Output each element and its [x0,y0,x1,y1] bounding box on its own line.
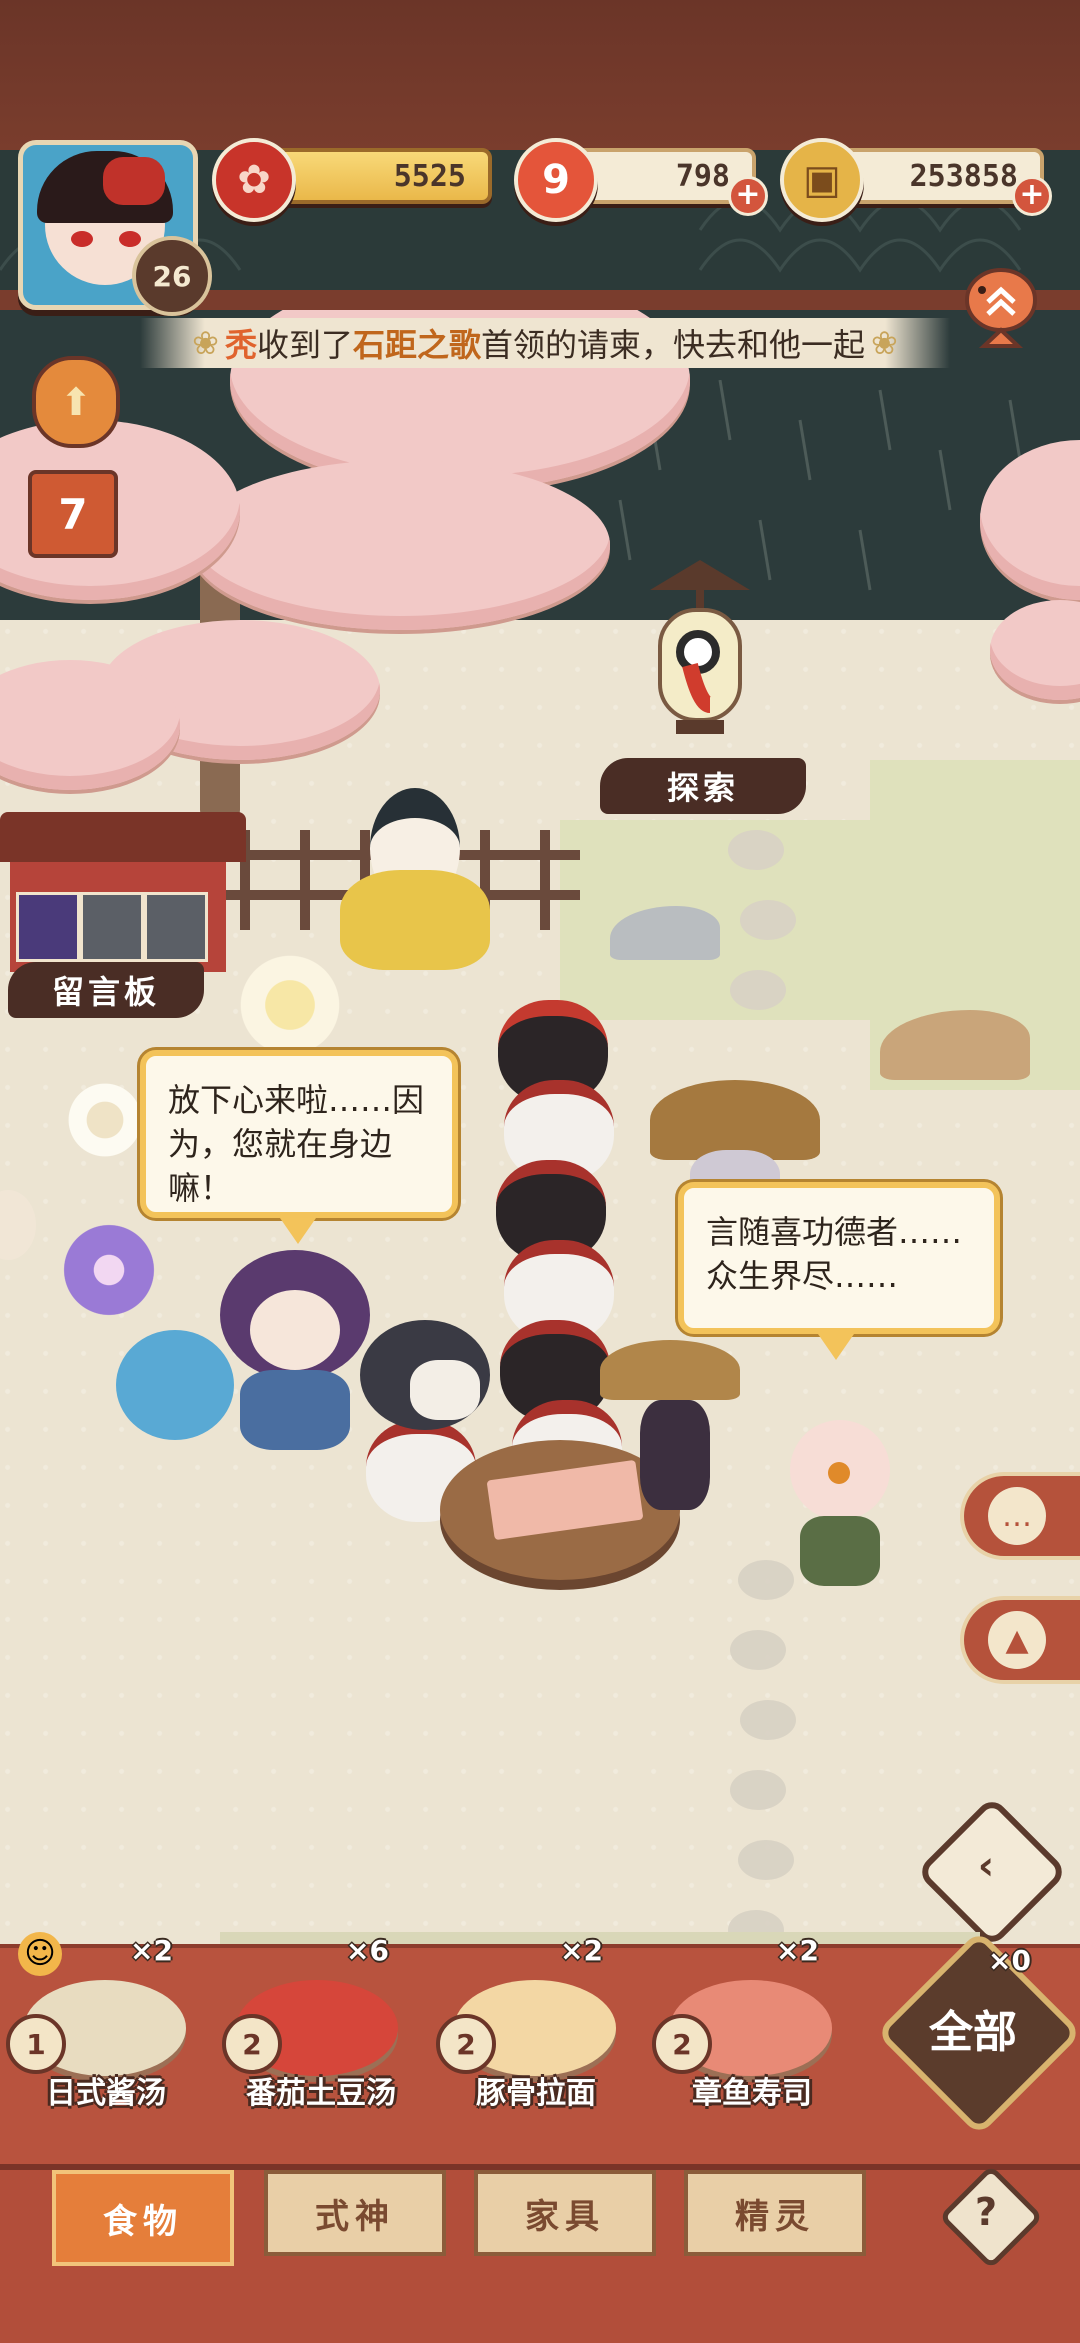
avatar-eye [119,231,141,247]
notice-icon: ❀ [192,324,219,362]
tab-furniture[interactable]: 家具 [474,2170,656,2256]
add-stamina-button[interactable]: + [728,176,768,216]
blossom-counter: 5525 [262,148,492,204]
character-eye [828,1462,850,1484]
notice-icon: ❀ [871,324,898,362]
path-stone [740,1700,796,1740]
board-roof [0,812,246,862]
upgrade-lantern-icon[interactable]: ⬆ [32,356,120,448]
tab-shikigami[interactable]: 式神 [264,2170,446,2256]
speech-bubble-tail [280,1218,316,1244]
plum-blossom-icon: ✿ [212,138,296,222]
player-level-badge: 26 [132,236,212,316]
message-board-label: 留言板 [8,962,204,1018]
food-count: ×2 [776,1934,819,1967]
speech-bubble-right: 言随喜功德者……众生界尽…… [678,1182,1000,1334]
onigiri-button[interactable]: ▲ [960,1596,1080,1684]
tab-food[interactable]: 食物 [52,2170,234,2266]
explore-button[interactable]: 探索 [600,758,806,814]
food-item[interactable]: ×2 2 豚骨拉面 [436,1934,646,2150]
speech-bubble-tail [818,1334,854,1360]
paper-lantern-icon[interactable] [640,560,760,750]
path-stone [740,900,796,940]
flower-bush [54,1220,164,1320]
monk-character[interactable] [600,1330,750,1520]
food-count: ×6 [346,1934,389,1967]
message-board[interactable]: 留言板 [0,812,246,1052]
flower-bush [60,1080,150,1160]
carp-lantern-icon[interactable] [960,250,1042,348]
character-body [800,1516,880,1586]
notice-player: 秃 [224,326,257,364]
chat-button[interactable]: … [960,1472,1080,1560]
masked-character[interactable] [360,1320,490,1460]
show-all-count: ×0 [988,1944,1031,1977]
food-name: 豚骨拉面 [476,2076,596,2111]
blossom-value: 5525 [393,158,466,194]
character-body [240,1370,350,1450]
coin-icon: ▣ [780,138,864,222]
purple-hair-character[interactable] [210,1250,380,1450]
notice-boss: 石距之歌 [353,326,482,364]
onigiri-icon: ▲ [988,1611,1046,1669]
calendar-icon[interactable]: 7 [28,470,118,558]
smiley-icon: ☺ [18,1932,62,1976]
path-stone [730,1630,786,1670]
food-qty-badge: 1 [6,2014,66,2074]
cherry-blossom [190,460,610,630]
food-count: ×2 [130,1934,173,1967]
food-item[interactable]: ☺ ×2 1 日式酱汤 [6,1932,216,2150]
character-body [340,870,490,970]
character-body [640,1400,710,1510]
path-stone [730,970,786,1010]
tab-spirit[interactable]: 精灵 [684,2170,866,2256]
straw-hat [600,1340,740,1400]
shikigami-character[interactable] [330,770,500,970]
avatar-eye [71,231,93,247]
speech-bubble-left: 放下心来啦……因为，您就在身边嘛！ [140,1050,458,1218]
straw-hat [650,1080,820,1160]
food-qty-badge: 2 [436,2014,496,2074]
character-mask [410,1360,480,1420]
one-eyed-monk[interactable] [780,1420,900,1590]
board-photo [144,892,208,962]
notice-text: 首领的请柬，快去和他一起 [481,326,866,364]
food-name: 日式酱汤 [46,2076,166,2111]
board-photo [16,892,80,962]
blue-spirit[interactable] [116,1330,234,1440]
chevron-left-icon: ‹ [977,1843,995,1889]
stamina-value: 798 [675,158,730,194]
board-photo [80,892,144,962]
food-qty-badge: 2 [222,2014,282,2074]
food-count: ×2 [560,1934,603,1967]
path-stone [738,1840,794,1880]
coin-value: 253858 [909,158,1018,194]
avatar-hair-red [103,157,165,205]
notice-banner[interactable]: ❀ 秃 收到了 石距之歌 首领的请柬，快去和他一起 ❀ [140,318,950,368]
food-item[interactable]: ×6 2 番茄土豆汤 [222,1934,432,2150]
magatama-icon: 9 [514,138,598,222]
food-name: 章鱼寿司 [692,2076,812,2111]
help-icon: ? [974,2190,998,2234]
show-all-label: 全部 [929,2007,1017,2058]
path-stone [730,1770,786,1810]
add-coins-button[interactable]: + [1012,176,1052,216]
notice-text: 收到了 [256,326,353,364]
chat-bubble-icon: … [988,1487,1046,1545]
calendar-day: 7 [58,489,88,539]
food-item[interactable]: ×2 2 章鱼寿司 [652,1934,862,2150]
path-stone [728,830,784,870]
food-qty-badge: 2 [652,2014,712,2074]
character-face [250,1290,340,1370]
food-name: 番茄土豆汤 [246,2076,396,2111]
dialog-text: 言随喜功德者……众生界尽…… [706,1213,963,1295]
grass-patch [560,820,880,1020]
dialog-text: 放下心来啦……因为，您就在身边嘛！ [168,1081,425,1207]
